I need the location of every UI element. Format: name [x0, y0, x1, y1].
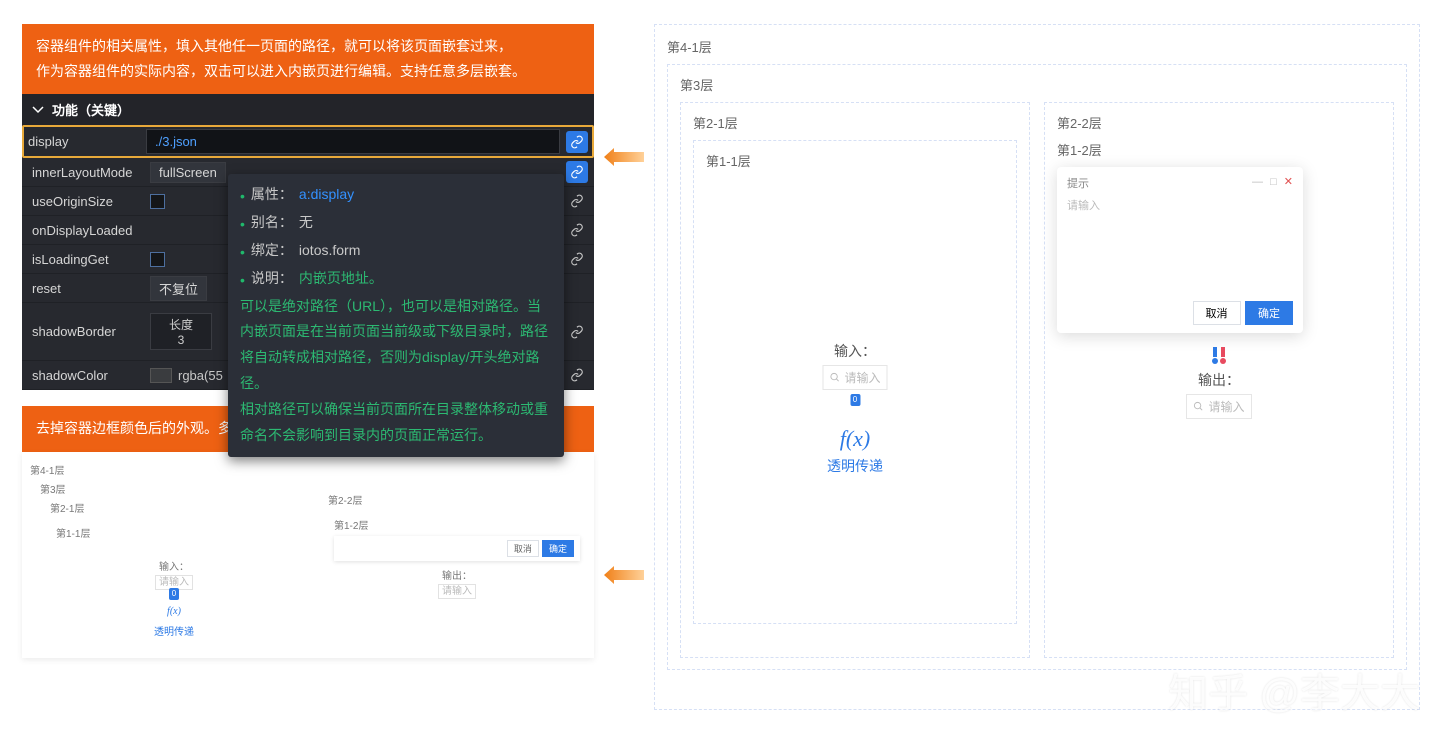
output-label: 输出： [1057, 370, 1381, 390]
prop-label: shadowColor [32, 368, 150, 383]
color-value: rgba(55 [178, 368, 223, 383]
mini-l11: 第1-1层 [56, 525, 292, 540]
search-icon [829, 372, 840, 383]
link-icon[interactable] [566, 161, 588, 183]
mini-l12: 第1-2层 [334, 517, 580, 532]
link-icon[interactable] [566, 219, 588, 241]
banner-line-2: 作为容器组件的实际内容，双击可以进入内嵌页进行编辑。支持任意多层嵌套。 [36, 59, 580, 84]
layer-12-title: 第1-2层 [1057, 140, 1381, 159]
arrow-right-to-left-icon [604, 148, 644, 166]
close-icon[interactable]: ✕ [1284, 176, 1293, 188]
mini-l4: 第4-1层 [30, 462, 298, 477]
pin-icon: 0 [169, 588, 179, 600]
layer-22-title: 第2-2层 [1057, 113, 1381, 132]
pin-icon: 0 [850, 394, 860, 406]
display-input[interactable] [146, 129, 560, 154]
layer-1-1: 第1-1层 输入： 请输入 0 f(x) 透明传递 [693, 140, 1017, 624]
section-header[interactable]: 功能（关键） [22, 94, 594, 125]
length-label: 长度 [169, 316, 193, 333]
fx-icon: f(x) [822, 426, 887, 452]
link-icon[interactable] [566, 131, 588, 153]
link-icon[interactable] [566, 321, 588, 343]
property-tooltip: •属性：a:display •别名：无 •绑定：iotos.form •说明：内… [228, 174, 564, 457]
mini-l21: 第2-1层 [50, 500, 298, 515]
mini-l22: 第2-2层 [328, 492, 586, 507]
prop-label: useOriginSize [32, 194, 150, 209]
link-icon[interactable] [566, 364, 588, 386]
banner-top: 容器组件的相关属性，填入其他任一页面的路径，就可以将该页面嵌套过来， 作为容器组… [22, 24, 594, 94]
checkbox[interactable] [150, 194, 165, 209]
prop-label-display: display [28, 134, 146, 149]
connector-icon [1211, 347, 1227, 365]
dialog-title: 提示 [1067, 175, 1089, 191]
mini-l3: 第3层 [40, 481, 298, 496]
tooltip-body2: 相对路径可以确保当前页面所在目录整体移动或重命名不会影响到目录内的页面正常运行。 [240, 397, 552, 449]
input-field[interactable]: 请输入 [822, 365, 887, 390]
layer-4-title: 第4-1层 [667, 37, 1407, 56]
mini-input[interactable]: 请输入 [438, 584, 476, 599]
mini-ok[interactable]: 确定 [542, 540, 574, 557]
prop-label: shadowBorder [32, 324, 150, 339]
link-icon[interactable] [566, 248, 588, 270]
link-icon[interactable] [566, 190, 588, 212]
select-innerlayout[interactable]: fullScreen [150, 162, 226, 183]
layer-1-2: 第1-2层 提示 — □ ✕ 请输入 取消 [1057, 140, 1381, 624]
section-title: 功能（关键） [52, 100, 130, 119]
shadowborder-length[interactable]: 长度 3 [150, 313, 212, 350]
prop-row-display: display [22, 125, 594, 158]
input-label: 输入： [822, 341, 887, 361]
mini-pass: 透明传递 [56, 623, 292, 638]
arrow-right-to-left-icon [604, 566, 644, 584]
prop-label: reset [32, 281, 150, 296]
dialog-ok-button[interactable]: 确定 [1245, 301, 1293, 325]
lower-preview: 第4-1层 第3层 第2-1层 第1-1层 输入： 请输入 0 f(x) 透明传… [22, 452, 594, 658]
layer-3-title: 第3层 [680, 75, 1394, 94]
length-value: 3 [178, 333, 185, 347]
chevron-down-icon [32, 104, 44, 116]
dialog-cancel-button[interactable]: 取消 [1193, 301, 1241, 325]
tooltip-body1: 可以是绝对路径（URL），也可以是相对路径。当内嵌页面是在当前页面当前级或下级目… [240, 294, 552, 398]
mini-cancel[interactable]: 取消 [507, 540, 539, 557]
search-icon [1193, 401, 1204, 412]
banner-line-1: 容器组件的相关属性，填入其他任一页面的路径，就可以将该页面嵌套过来， [36, 34, 580, 59]
fx-label: 透明传递 [822, 456, 887, 476]
prop-label: onDisplayLoaded [32, 223, 150, 238]
layer-2-2: 第2-2层 第1-2层 提示 — □ ✕ 请输入 [1044, 102, 1394, 658]
output-field[interactable]: 请输入 [1186, 394, 1251, 419]
layer-3: 第3层 第2-1层 第1-1层 输入： 请输入 0 f(x) [667, 64, 1407, 670]
minimize-icon[interactable]: — [1252, 176, 1263, 188]
right-preview: 第4-1层 第3层 第2-1层 第1-1层 输入： 请输入 0 [654, 24, 1420, 710]
select-reset[interactable]: 不复位 [150, 276, 207, 301]
layer-21-title: 第2-1层 [693, 113, 1017, 132]
mini-out: 输出： [442, 571, 472, 582]
prop-label: innerLayoutMode [32, 165, 150, 180]
dialog: 提示 — □ ✕ 请输入 取消 确定 [1057, 167, 1303, 333]
mini-in: 输入： [159, 562, 189, 573]
prop-label: isLoadingGet [32, 252, 150, 267]
layer-2-1: 第2-1层 第1-1层 输入： 请输入 0 f(x) 透明传递 [680, 102, 1030, 658]
layer-11-title: 第1-1层 [706, 151, 1004, 170]
color-swatch[interactable] [150, 368, 172, 383]
checkbox[interactable] [150, 252, 165, 267]
dialog-body[interactable]: 请输入 [1067, 197, 1293, 293]
maximize-icon[interactable]: □ [1270, 176, 1277, 188]
